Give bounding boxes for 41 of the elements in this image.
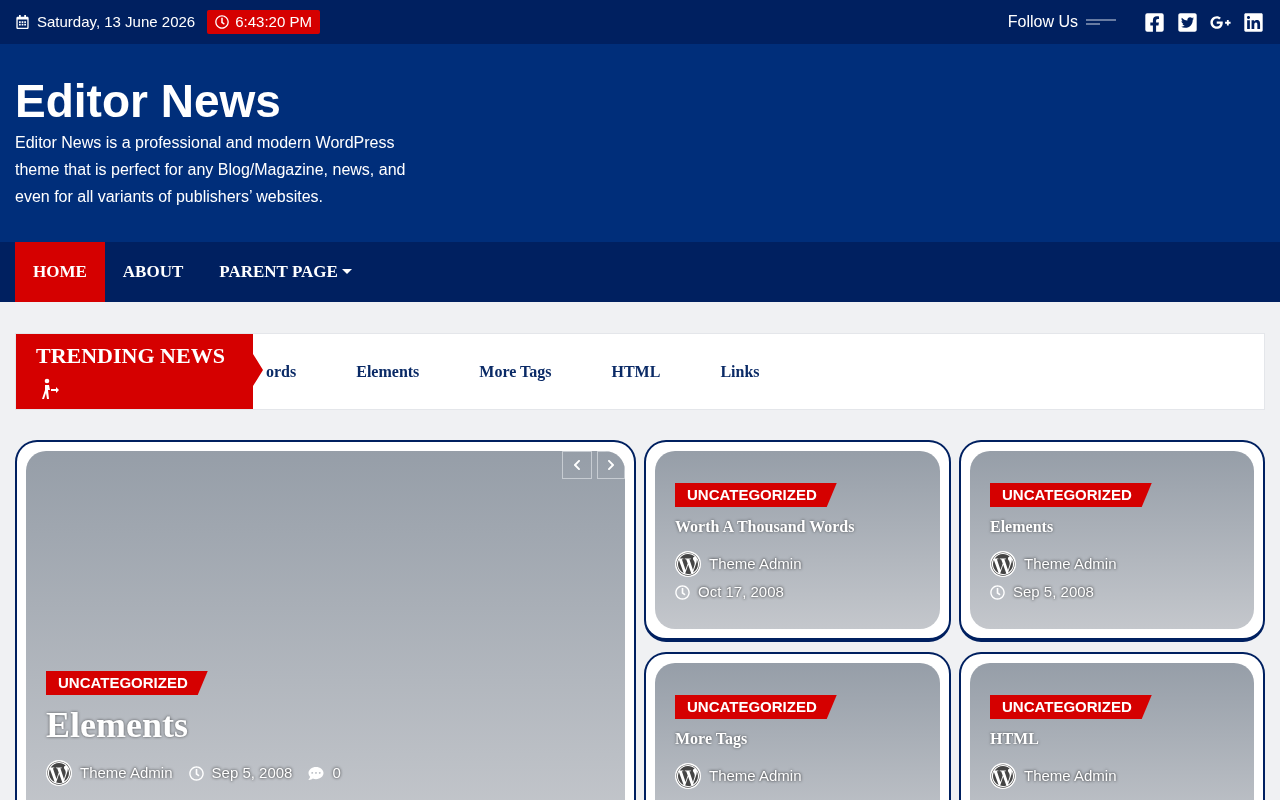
ticker-link[interactable]: Elements [356, 359, 420, 384]
comment-icon [308, 765, 325, 781]
date-text: Saturday, 13 June 2026 [37, 11, 196, 32]
twitter-icon[interactable] [1177, 11, 1198, 33]
site-description: Editor News is a professional and modern WordPress theme that is perfect for any Blog/Magazine, news, and even for all variants of publishers’ websites. [15, 133, 407, 208]
category-badge[interactable]: UNCATEGORIZED [675, 483, 837, 507]
facebook-icon[interactable] [1144, 11, 1165, 33]
category-badge[interactable]: UNCATEGORIZED [46, 671, 208, 695]
calendar-icon [16, 15, 29, 29]
ticker-link[interactable]: Links [720, 359, 760, 384]
follow-us-label: Follow Us [1007, 12, 1078, 32]
clock-icon [990, 584, 1005, 600]
trending-title: TRENDING NEWS [36, 342, 226, 370]
linkedin-icon[interactable] [1243, 11, 1264, 33]
wordpress-avatar-icon [46, 760, 72, 786]
nav-item[interactable]: HOME [15, 242, 105, 302]
category-badge[interactable]: UNCATEGORIZED [990, 483, 1152, 507]
wordpress-avatar-icon [990, 551, 1016, 577]
ticker-link[interactable]: ords [266, 359, 297, 384]
chevron-right-icon [606, 459, 616, 471]
ticker-link[interactable]: HTML [611, 359, 661, 384]
caret-icon [341, 269, 352, 275]
wordpress-avatar-icon [675, 763, 701, 789]
chevron-left-icon [572, 459, 582, 471]
wordpress-avatar-icon [990, 763, 1016, 789]
post-date: Sep 5, 2008 [211, 762, 293, 783]
ticker-link[interactable]: More Tags [479, 359, 552, 384]
site-title[interactable]: Editor News [15, 74, 1265, 130]
post-date: Oct 17, 2008 [698, 582, 784, 602]
nav-item[interactable]: PARENT PAGE [201, 242, 370, 302]
walking-arrow-icon [40, 377, 60, 400]
clock-icon [188, 765, 204, 781]
category-badge[interactable]: UNCATEGORIZED [990, 695, 1152, 719]
post-date: Sep 5, 2008 [1013, 582, 1094, 602]
next-slide-button[interactable] [597, 451, 625, 479]
clock-icon [675, 584, 690, 600]
divider-lines-icon [1086, 19, 1116, 25]
wordpress-avatar-icon [675, 551, 701, 577]
time-badge: 6:43:20 PM [207, 10, 320, 34]
nav-item[interactable]: ABOUT [104, 242, 202, 302]
category-badge[interactable]: UNCATEGORIZED [675, 695, 837, 719]
